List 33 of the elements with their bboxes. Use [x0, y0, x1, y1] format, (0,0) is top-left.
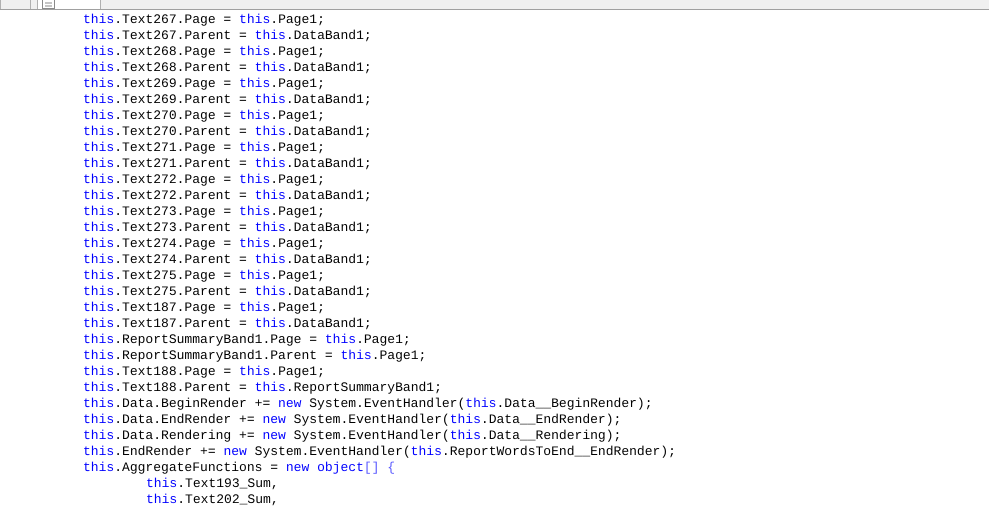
code-line: this.Text271.Parent = this.DataBand1; — [83, 156, 372, 172]
code-line: this.Text275.Page = this.Page1; — [83, 268, 325, 284]
code-line: this.ReportSummaryBand1.Parent = this.Page1; — [83, 348, 426, 364]
code-line: this.Text270.Page = this.Page1; — [83, 108, 325, 124]
code-line: this.Text269.Parent = this.DataBand1; — [83, 92, 372, 108]
code-line: this.Text267.Page = this.Page1; — [83, 12, 325, 28]
code-line: this.Text275.Parent = this.DataBand1; — [83, 284, 372, 300]
code-line: this.Text272.Page = this.Page1; — [83, 172, 325, 188]
code-line: this.Text267.Parent = this.DataBand1; — [83, 28, 372, 44]
code-line: this.Text273.Parent = this.DataBand1; — [83, 220, 372, 236]
code-line: this.Text274.Parent = this.DataBand1; — [83, 252, 372, 268]
code-line: this.Text187.Parent = this.DataBand1; — [83, 316, 372, 332]
code-line: this.Data.EndRender += new System.EventHandler(this.Data__EndRender); — [83, 412, 622, 428]
code-line: this.Text202_Sum, — [146, 492, 279, 508]
code-line: this.Data.BeginRender += new System.EventHandler(this.Data__BeginRender); — [83, 396, 653, 412]
code-line: this.Text269.Page = this.Page1; — [83, 76, 325, 92]
code-line: this.Text271.Page = this.Page1; — [83, 140, 325, 156]
code-line: this.EndRender += new System.EventHandler(this.ReportWordsToEnd__EndRender); — [83, 444, 676, 460]
code-line: this.Text270.Parent = this.DataBand1; — [83, 124, 372, 140]
code-line: this.Data.Rendering += new System.EventHandler(this.Data__Rendering); — [83, 428, 622, 444]
code-line: this.ReportSummaryBand1.Page = this.Page1; — [83, 332, 411, 348]
code-line: this.Text268.Page = this.Page1; — [83, 44, 325, 60]
code-line: this.Text272.Parent = this.DataBand1; — [83, 188, 372, 204]
editor-tab[interactable] — [37, 0, 101, 9]
editor-tab[interactable] — [0, 0, 31, 9]
code-line: this.Text188.Parent = this.ReportSummaryBand1; — [83, 380, 442, 396]
code-line: this.Text188.Page = this.Page1; — [83, 364, 325, 380]
code-line: this.Text193_Sum, — [146, 476, 279, 492]
code-line: this.AggregateFunctions = new object[] { — [83, 460, 396, 476]
code-line: this.Text268.Parent = this.DataBand1; — [83, 60, 372, 76]
code-line: this.Text273.Page = this.Page1; — [83, 204, 325, 220]
code-line: this.Text187.Page = this.Page1; — [83, 300, 325, 316]
code-line: this.Text274.Page = this.Page1; — [83, 236, 325, 252]
